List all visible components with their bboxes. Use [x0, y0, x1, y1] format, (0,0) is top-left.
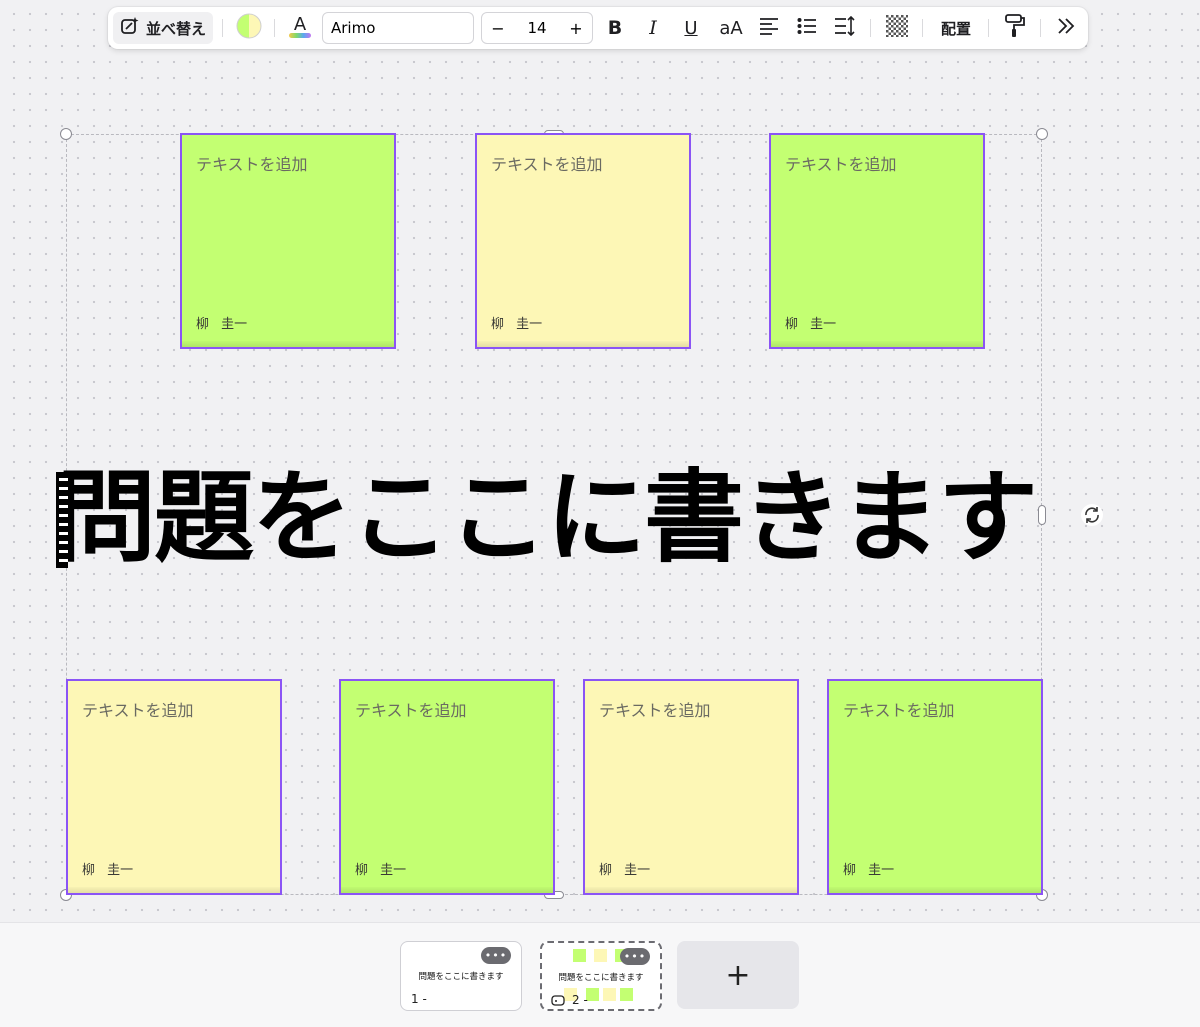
sort-button[interactable]: 並べ替え [113, 12, 213, 44]
align-left-icon [759, 17, 779, 39]
text-color-icon: A [288, 12, 312, 44]
add-page-button[interactable]: + [677, 941, 799, 1009]
sticky-note[interactable]: テキストを追加 柳 圭一 [339, 679, 555, 895]
line-spacing-button[interactable] [832, 7, 858, 49]
note-placeholder: テキストを追加 [196, 155, 308, 174]
page-thumb-title: 問題をここに書きます [418, 972, 504, 982]
sticky-note[interactable]: テキストを追加 柳 圭一 [180, 133, 396, 349]
mini-note [586, 988, 599, 1001]
text-case-button[interactable]: aA [714, 7, 748, 49]
font-size-value[interactable]: 14 [514, 13, 560, 43]
divider [1040, 19, 1041, 37]
list-button[interactable] [794, 7, 820, 49]
note-placeholder: テキストを追加 [82, 701, 194, 720]
note-placeholder: テキストを追加 [355, 701, 467, 720]
page-more-button[interactable]: ••• [481, 947, 511, 964]
note-author: 柳 圭一 [843, 863, 895, 878]
note-author: 柳 圭一 [785, 317, 837, 332]
comment-icon [551, 992, 565, 1011]
checkerboard-icon [886, 15, 908, 41]
note-placeholder: テキストを追加 [599, 701, 711, 720]
mini-note [620, 988, 633, 1001]
divider [274, 19, 275, 37]
note-author: 柳 圭一 [491, 317, 543, 332]
increase-font-size-button[interactable]: + [560, 13, 592, 43]
note-shadow [585, 887, 797, 893]
sticky-note[interactable]: テキストを追加 柳 圭一 [66, 679, 282, 895]
text-align-button[interactable] [756, 7, 782, 49]
sticky-note[interactable]: テキストを追加 柳 圭一 [827, 679, 1043, 895]
underline-button[interactable]: U [678, 7, 704, 49]
page-thumb-title: 問題をここに書きます [558, 973, 644, 983]
font-family-value: Arimo [331, 19, 376, 37]
resize-handle-top-left[interactable] [60, 128, 72, 140]
font-size-stepper[interactable]: − 14 + [481, 12, 593, 44]
italic-button[interactable]: I [640, 7, 666, 49]
transparency-button[interactable] [884, 7, 910, 49]
mini-note [594, 949, 607, 962]
page-thumbnail-2[interactable]: ••• 問題をここに書きます 2 - [540, 941, 662, 1011]
note-shadow [829, 887, 1041, 893]
rotate-icon[interactable] [1081, 504, 1103, 526]
double-chevron-right-icon [1057, 17, 1075, 39]
page-strip: ••• 問題をここに書きます 1 - ••• 問題をここに書きます 2 - + [0, 922, 1200, 1027]
note-shadow [341, 887, 553, 893]
note-author: 柳 圭一 [599, 863, 651, 878]
divider [222, 19, 223, 37]
copy-style-button[interactable] [1002, 7, 1028, 49]
sticky-note[interactable]: テキストを追加 柳 圭一 [769, 133, 985, 349]
note-shadow [68, 887, 280, 893]
arrange-button[interactable]: 配置 [934, 7, 978, 49]
text-edit-cursor [56, 472, 68, 568]
mini-note [573, 949, 586, 962]
sticky-note[interactable]: テキストを追加 柳 圭一 [583, 679, 799, 895]
sticky-note[interactable]: テキストを追加 柳 圭一 [475, 133, 691, 349]
resize-handle-top-right[interactable] [1036, 128, 1048, 140]
problem-title-text[interactable]: 問題をここに書きます [56, 458, 1156, 578]
note-shadow [477, 341, 689, 347]
page-number: 1 - [411, 992, 427, 1006]
bullet-list-icon [797, 17, 817, 39]
font-family-select[interactable]: Arimo [322, 12, 474, 44]
page-thumbnail-1[interactable]: ••• 問題をここに書きます 1 - [400, 941, 522, 1011]
note-shadow [182, 341, 394, 347]
text-color-button[interactable]: A [286, 7, 314, 49]
divider [870, 19, 871, 37]
note-color-button[interactable] [234, 7, 264, 49]
note-author: 柳 圭一 [355, 863, 407, 878]
divider [988, 19, 989, 37]
svg-text:A: A [294, 14, 307, 35]
decrease-font-size-button[interactable]: − [482, 13, 514, 43]
color-swatch-icon [236, 13, 262, 43]
sort-label: 並べ替え [145, 19, 206, 38]
text-toolbar: 並べ替え A Arimo − 14 + B I U aA 配置 [108, 7, 1088, 49]
note-shadow [771, 341, 983, 347]
page-number: 2 - [572, 993, 588, 1007]
note-author: 柳 圭一 [196, 317, 248, 332]
sparkle-edit-icon [120, 16, 140, 40]
line-spacing-icon [834, 15, 856, 40]
bold-button[interactable]: B [602, 7, 628, 49]
note-placeholder: テキストを追加 [785, 155, 897, 174]
paint-roller-icon [1005, 14, 1025, 42]
mini-note [603, 988, 616, 1001]
page-more-button[interactable]: ••• [620, 948, 650, 965]
more-tools-button[interactable] [1052, 7, 1080, 49]
note-author: 柳 圭一 [82, 863, 134, 878]
note-placeholder: テキストを追加 [843, 701, 955, 720]
divider [922, 19, 923, 37]
note-placeholder: テキストを追加 [491, 155, 603, 174]
